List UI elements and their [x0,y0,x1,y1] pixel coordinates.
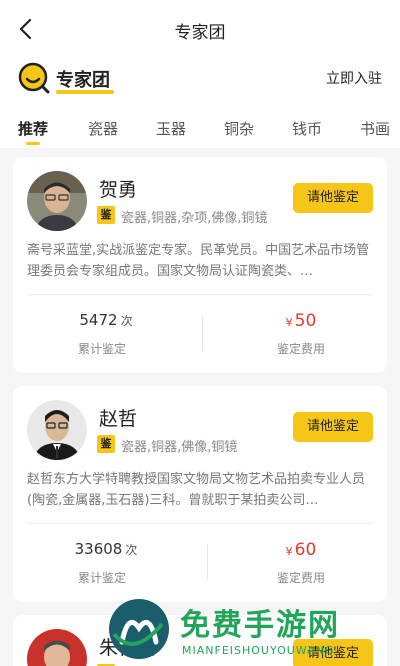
magnifier-logo-icon [18,62,50,94]
tab-painting[interactable]: 书画 [360,118,390,139]
tab-coins[interactable]: 钱币 [292,118,322,139]
appraisal-count-label: 累计鉴定 [77,342,126,356]
watermark: 免费手游网 MIANFEISHOUYOUWANG [90,592,400,666]
appraisal-fee-value: 50 [294,311,317,331]
appraise-badge: 鉴 [97,435,115,453]
appraisal-count: 5472 次 [31,311,181,329]
divider [27,523,373,524]
currency-symbol: ¥ [285,316,293,329]
request-appraisal-button[interactable]: 请他鉴定 [293,183,373,213]
expert-name: 赵哲 [99,408,138,430]
avatar[interactable] [27,629,87,666]
watermark-text: 免费手游网 [180,608,340,643]
join-button[interactable]: 立即入驻 [326,68,382,88]
appraisal-count-label: 累计鉴定 [77,571,126,585]
appraisal-count-value: 33608 [74,540,123,558]
expert-name: 贺勇 [99,179,138,201]
tab-recommend[interactable]: 推荐 [18,118,48,139]
brand-underline [56,90,114,94]
request-appraisal-button[interactable]: 请他鉴定 [293,412,373,442]
divider [27,294,373,295]
appraisal-fee-label: 鉴定费用 [276,571,325,585]
watermark-subtext: MIANFEISHOUYOUWANG [182,644,335,657]
watermark-logo-icon [109,599,169,659]
expert-categories: 瓷器,铜器,杂项,佛像,铜镜 [121,211,268,226]
appraisal-fee: ¥50 [226,311,376,331]
expert-bio: 斋号采蓝堂,实战派鉴定专家。民革党员。中国艺术品市场管理委员会专家组成员。国家文… [27,243,370,279]
appraisal-fee: ¥60 [226,540,376,560]
appraisal-count-unit: 次 [125,543,138,557]
avatar[interactable] [27,171,87,231]
expert-categories: 瓷器,铜器,佛像,铜镜 [121,440,238,455]
brand-header: 专家团 立即入驻 [0,58,400,104]
currency-symbol: ¥ [285,545,293,558]
category-tabs: 推荐 瓷器 玉器 铜杂 钱币 书画 [0,104,400,148]
appraisal-count: 33608 次 [31,540,181,558]
active-tab-indicator [26,142,40,145]
expert-card[interactable]: 赵哲 鉴 瓷器,铜器,佛像,铜镜 请他鉴定 赵哲东方大学特聘教授国家文物局文物艺… [13,386,387,602]
stat-divider [207,544,208,580]
appraise-badge: 鉴 [97,206,115,224]
top-bar: 专家团 [0,0,400,58]
expert-card[interactable]: 贺勇 鉴 瓷器,铜器,杂项,佛像,铜镜 请他鉴定 斋号采蓝堂,实战派鉴定专家。民… [13,157,387,373]
brand-title: 专家团 [56,70,110,91]
appraisal-fee-label: 鉴定费用 [276,342,325,356]
appraisal-fee-value: 60 [294,540,317,560]
tab-jade[interactable]: 玉器 [156,118,186,139]
stat-divider [202,315,203,351]
avatar[interactable] [27,400,87,460]
appraisal-count-value: 5472 [79,311,118,329]
expert-bio: 赵哲东方大学特聘教授国家文物局文物艺术品拍卖专业人员(陶瓷,金属器,玉石器)三科… [27,472,366,508]
tab-bronze[interactable]: 铜杂 [224,118,254,139]
appraisal-count-unit: 次 [120,314,133,328]
tab-porcelain[interactable]: 瓷器 [88,118,118,139]
page-title: 专家团 [174,23,226,43]
